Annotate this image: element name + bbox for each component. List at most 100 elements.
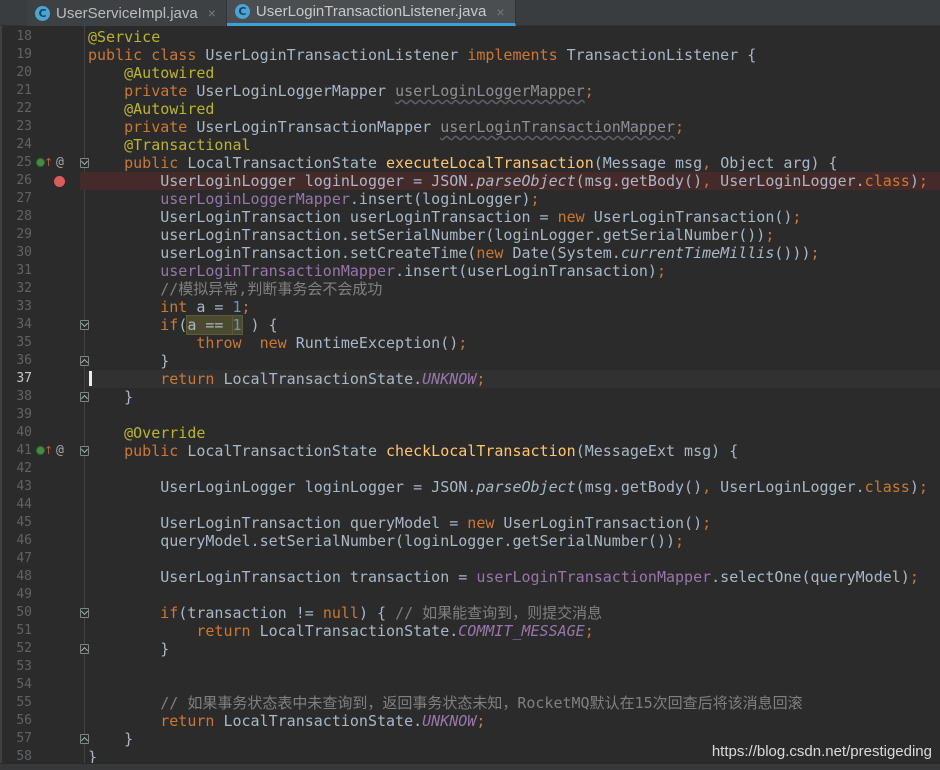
code-line[interactable]: 37 return LocalTransactionState.UNKNOW;	[0, 370, 940, 388]
code-line[interactable]: 48 UserLoginTransaction transaction = us…	[0, 568, 940, 586]
gutter[interactable]: 26	[0, 172, 88, 190]
gutter[interactable]: 47	[0, 550, 88, 568]
code-editor[interactable]: 18 @Service 19 public class UserLoginTransa…	[0, 26, 940, 763]
code-text[interactable]: public LocalTransactionState checkLocalT…	[88, 442, 738, 460]
code-text[interactable]: if(a == 1 ) {	[88, 316, 278, 334]
line-number[interactable]: 31	[0, 262, 32, 280]
line-number[interactable]: 22	[0, 100, 32, 118]
code-line[interactable]: 32 //模拟异常,判断事务会不会成功	[0, 280, 940, 298]
code-line[interactable]: 43 UserLoginLogger loginLogger = JSON.pa…	[0, 478, 940, 496]
gutter[interactable]: 33	[0, 298, 88, 316]
gutter[interactable]: 41 ↑ @	[0, 442, 89, 460]
code-line[interactable]: 38 }	[0, 388, 940, 406]
code-text[interactable]: }	[88, 748, 97, 763]
gutter[interactable]: 49	[0, 586, 88, 604]
code-text[interactable]: }	[88, 388, 133, 406]
line-number[interactable]: 42	[0, 460, 32, 478]
code-line[interactable]: 34 if(a == 1 ) {	[0, 316, 940, 334]
override-method-icon[interactable]: ↑	[36, 445, 53, 456]
code-line[interactable]: 22 @Autowired	[0, 100, 940, 118]
line-number[interactable]: 20	[0, 64, 32, 82]
code-line[interactable]: 29 userLoginTransaction.setSerialNumber(…	[0, 226, 940, 244]
gutter[interactable]: 25 ↑ @	[0, 154, 89, 172]
line-number[interactable]: 21	[0, 82, 32, 100]
line-number[interactable]: 57	[0, 730, 32, 748]
line-number[interactable]: 19	[0, 46, 32, 64]
code-text[interactable]: return LocalTransactionState.COMMIT_MESS…	[88, 622, 593, 640]
code-line[interactable]: 53	[0, 658, 940, 676]
gutter[interactable]: 18	[0, 28, 88, 46]
gutter[interactable]: 50	[0, 604, 89, 622]
gutter[interactable]: 23	[0, 118, 88, 136]
gutter[interactable]: 21	[0, 82, 88, 100]
line-number[interactable]: 40	[0, 424, 32, 442]
code-text[interactable]: UserLoginLogger loginLogger = JSON.parse…	[88, 172, 928, 190]
gutter[interactable]: 54	[0, 676, 88, 694]
code-text[interactable]: return LocalTransactionState.UNKNOW;	[88, 712, 485, 730]
line-number[interactable]: 53	[0, 658, 32, 676]
gutter[interactable]: 40	[0, 424, 88, 442]
code-line[interactable]: 46 queryModel.setSerialNumber(loginLogge…	[0, 532, 940, 550]
line-number[interactable]: 18	[0, 28, 32, 46]
gutter[interactable]: 20	[0, 64, 88, 82]
code-text[interactable]: }	[88, 640, 169, 658]
code-line[interactable]: 24 @Transactional	[0, 136, 940, 154]
line-number[interactable]: 45	[0, 514, 32, 532]
close-icon[interactable]: ×	[208, 6, 216, 20]
gutter[interactable]: 28	[0, 208, 88, 226]
code-line[interactable]: 33 int a = 1;	[0, 298, 940, 316]
gutter[interactable]: 39	[0, 406, 88, 424]
code-text[interactable]: @Override	[88, 424, 205, 442]
line-number[interactable]: 33	[0, 298, 32, 316]
line-number[interactable]: 47	[0, 550, 32, 568]
gutter[interactable]: 42	[0, 460, 88, 478]
code-line[interactable]: 55 // 如果事务状态表中未查询到，返回事务状态未知，RocketMQ默认在1…	[0, 694, 940, 712]
close-icon[interactable]: ×	[496, 5, 504, 19]
gutter[interactable]: 32	[0, 280, 88, 298]
code-line[interactable]: 20 @Autowired	[0, 64, 940, 82]
line-number[interactable]: 38	[0, 388, 32, 406]
gutter[interactable]: 53	[0, 658, 88, 676]
line-number[interactable]: 34	[0, 316, 32, 334]
code-line[interactable]: 41 ↑ @ public LocalTransactionState checkL…	[0, 442, 940, 460]
gutter[interactable]: 22	[0, 100, 88, 118]
code-text[interactable]: return LocalTransactionState.UNKNOW;	[88, 370, 485, 388]
code-line[interactable]: 30 userLoginTransaction.setCreateTime(ne…	[0, 244, 940, 262]
code-line[interactable]: 50 if(transaction != null) { // 如果能查询到，则…	[0, 604, 940, 622]
line-number[interactable]: 24	[0, 136, 32, 154]
line-number[interactable]: 28	[0, 208, 32, 226]
code-text[interactable]: private UserLoginLoggerMapper userLoginL…	[88, 82, 594, 100]
gutter[interactable]: 24	[0, 136, 88, 154]
code-line[interactable]: 18 @Service	[0, 28, 940, 46]
code-text[interactable]: }	[88, 352, 169, 370]
line-number[interactable]: 49	[0, 586, 32, 604]
line-number[interactable]: 25	[0, 154, 32, 172]
gutter[interactable]: 37	[0, 370, 88, 388]
line-number[interactable]: 29	[0, 226, 32, 244]
line-number[interactable]: 44	[0, 496, 32, 514]
gutter[interactable]: 31	[0, 262, 88, 280]
line-number[interactable]: 43	[0, 478, 32, 496]
line-number[interactable]: 39	[0, 406, 32, 424]
gutter[interactable]: 56	[0, 712, 88, 730]
code-text[interactable]: //模拟异常,判断事务会不会成功	[88, 280, 382, 298]
gutter[interactable]: 55	[0, 694, 88, 712]
line-number[interactable]: 56	[0, 712, 32, 730]
gutter[interactable]: 58	[0, 748, 88, 763]
code-text[interactable]: userLoginTransactionMapper.insert(userLo…	[88, 262, 666, 280]
code-text[interactable]: @Autowired	[88, 100, 214, 118]
gutter[interactable]: 36	[0, 352, 89, 370]
code-line[interactable]: 52 }	[0, 640, 940, 658]
code-line[interactable]: 36 }	[0, 352, 940, 370]
gutter[interactable]: 35	[0, 334, 88, 352]
gutter[interactable]: 46	[0, 532, 88, 550]
code-text[interactable]: UserLoginTransaction transaction = userL…	[88, 568, 919, 586]
gutter[interactable]: 43	[0, 478, 88, 496]
gutter[interactable]: 51	[0, 622, 88, 640]
code-text[interactable]: public LocalTransactionState executeLoca…	[88, 154, 837, 172]
line-number[interactable]: 54	[0, 676, 32, 694]
code-text[interactable]: UserLoginTransaction queryModel = new Us…	[88, 514, 711, 532]
code-text[interactable]: // 如果事务状态表中未查询到，返回事务状态未知，RocketMQ默认在15次回…	[88, 694, 802, 712]
code-text[interactable]: userLoginTransaction.setSerialNumber(log…	[88, 226, 774, 244]
code-line[interactable]: 45 UserLoginTransaction queryModel = new…	[0, 514, 940, 532]
